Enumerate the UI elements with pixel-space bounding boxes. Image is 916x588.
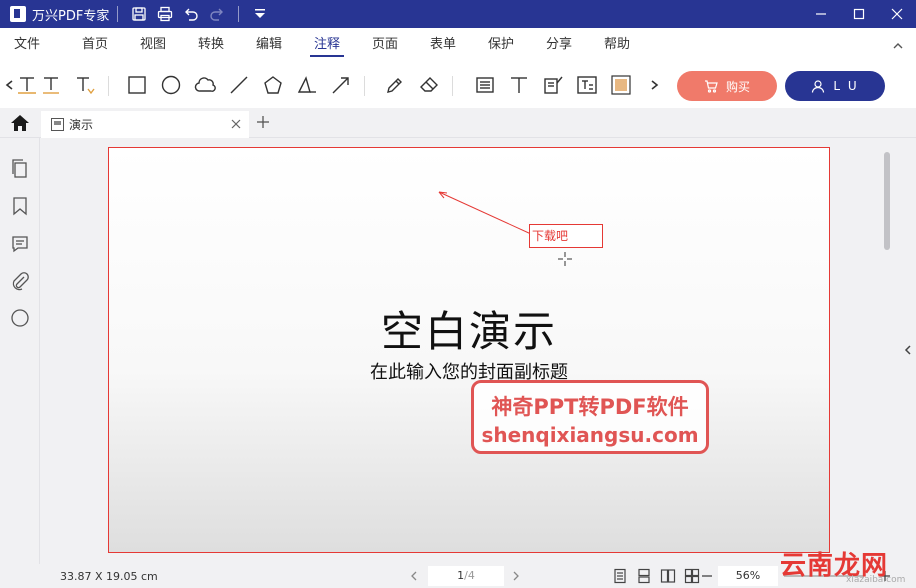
- callout-annotation[interactable]: 下载吧: [529, 224, 603, 248]
- promo-watermark-title: 神奇PPT转PDF软件: [491, 395, 689, 419]
- slide-title: 空白演示: [380, 307, 557, 356]
- status-bar: 33.87 X 19.05 cm 1/4 56%: [0, 564, 916, 588]
- vertical-scrollbar[interactable]: [884, 152, 890, 250]
- menu-share[interactable]: 分享: [546, 28, 572, 62]
- app-title: 万兴PDF专家: [32, 8, 110, 24]
- text-box-icon[interactable]: [574, 72, 600, 98]
- two-page-continuous-icon[interactable]: [684, 568, 700, 584]
- rectangle-tool-icon[interactable]: [124, 72, 150, 98]
- polygon-tool-icon[interactable]: [260, 72, 286, 98]
- polyline-tool-icon[interactable]: [294, 72, 320, 98]
- bookmark-icon[interactable]: [10, 196, 30, 216]
- eraser-tool-icon[interactable]: [416, 72, 442, 98]
- menu-convert[interactable]: 转换: [198, 28, 224, 62]
- save-icon[interactable]: [128, 3, 150, 25]
- note-tool-icon[interactable]: [472, 72, 498, 98]
- promo-watermark-url: shenqixiangsu.com: [481, 423, 699, 447]
- single-page-view-icon[interactable]: [612, 568, 628, 584]
- slide-subtitle: 在此输入您的封面副标题: [370, 362, 568, 383]
- menu-comment[interactable]: 注释: [309, 28, 345, 62]
- minimize-button[interactable]: [802, 0, 840, 28]
- document-tab-label: 演示: [69, 118, 94, 132]
- insert-text-icon[interactable]: [72, 72, 98, 98]
- titlebar-separator: [117, 6, 119, 22]
- ellipse-tool-icon[interactable]: [158, 72, 184, 98]
- two-page-view-icon[interactable]: [660, 568, 676, 584]
- attachment-icon[interactable]: [10, 271, 30, 291]
- menu-page[interactable]: 页面: [372, 28, 398, 62]
- quick-access-dropdown-icon[interactable]: [249, 3, 271, 25]
- underline-text-icon[interactable]: [38, 72, 64, 98]
- login-button[interactable]: L U: [785, 71, 885, 101]
- move-cursor-icon: [558, 252, 572, 266]
- callout-leader-line[interactable]: [435, 188, 535, 238]
- toolbar-scroll-right-icon[interactable]: [646, 72, 662, 98]
- thumbnails-icon[interactable]: [10, 158, 30, 178]
- total-pages: /4: [464, 569, 475, 582]
- site-watermark: 云南龙网 xiazaiba.com: [780, 545, 910, 585]
- prev-page-icon[interactable]: [410, 571, 418, 581]
- user-icon: [812, 80, 825, 93]
- slide-page[interactable]: 下载吧 空白演示 在此输入您的封面副标题 神奇PPT转PDF软件 shenqix…: [108, 147, 830, 553]
- pencil-tool-icon[interactable]: [382, 72, 408, 98]
- home-icon[interactable]: [10, 114, 30, 132]
- document-canvas[interactable]: 下载吧 空白演示 在此输入您的封面副标题 神奇PPT转PDF软件 shenqix…: [41, 138, 896, 564]
- text-tool-icon[interactable]: [506, 72, 532, 98]
- toolbar-separator: [108, 76, 109, 96]
- line-tool-icon[interactable]: [226, 72, 252, 98]
- close-tab-icon[interactable]: [231, 119, 241, 129]
- maximize-button[interactable]: [840, 0, 878, 28]
- login-button-label: L U: [833, 79, 859, 93]
- expand-right-panel-icon[interactable]: [904, 345, 912, 355]
- buy-button-label: 购买: [725, 79, 750, 94]
- search-panel-icon[interactable]: [10, 308, 30, 328]
- document-tab-strip: 演示: [0, 108, 916, 138]
- print-icon[interactable]: [154, 3, 176, 25]
- zoom-out-icon[interactable]: [701, 568, 713, 584]
- next-page-icon[interactable]: [512, 571, 520, 581]
- menu-form[interactable]: 表单: [430, 28, 456, 62]
- buy-button[interactable]: 购买: [677, 71, 777, 101]
- arrow-tool-icon[interactable]: [328, 72, 354, 98]
- menu-help[interactable]: 帮助: [604, 28, 630, 62]
- app-logo-icon: [10, 6, 26, 22]
- menu-view[interactable]: 视图: [140, 28, 166, 62]
- title-bar: 万兴PDF专家: [0, 0, 916, 28]
- titlebar-separator: [238, 6, 240, 22]
- continuous-view-icon[interactable]: [636, 568, 652, 584]
- strikethrough-text-icon[interactable]: [14, 72, 40, 98]
- menu-edit[interactable]: 编辑: [256, 28, 282, 62]
- menu-bar: 文件 首页 视图 转换 编辑 注释 页面 表单 保护 分享 帮助: [0, 28, 916, 62]
- cloud-tool-icon[interactable]: [192, 72, 218, 98]
- collapse-ribbon-icon[interactable]: [892, 40, 904, 52]
- page-size-readout: 33.87 X 19.05 cm: [60, 570, 158, 583]
- document-tab[interactable]: 演示: [41, 111, 249, 138]
- toolbar-separator: [452, 76, 453, 96]
- redo-icon[interactable]: [206, 3, 228, 25]
- menu-home[interactable]: 首页: [82, 28, 108, 62]
- menu-protect[interactable]: 保护: [488, 28, 514, 62]
- menu-file[interactable]: 文件: [14, 28, 40, 62]
- promo-watermark: 神奇PPT转PDF软件 shenqixiangsu.com: [471, 380, 709, 454]
- text-callout-icon[interactable]: [540, 72, 566, 98]
- ppt-file-icon: [51, 118, 64, 131]
- annotation-toolbar: 购买 L U: [0, 62, 916, 108]
- page-number-input[interactable]: 1/4: [428, 566, 504, 586]
- left-sidebar: [0, 138, 40, 564]
- cart-icon: [704, 80, 718, 93]
- zoom-level-input[interactable]: 56%: [718, 566, 778, 586]
- close-window-button[interactable]: [878, 0, 916, 28]
- toolbar-separator: [364, 76, 365, 96]
- undo-icon[interactable]: [180, 3, 202, 25]
- site-watermark-url: xiazaiba.com: [846, 575, 906, 585]
- new-tab-icon[interactable]: [256, 115, 270, 129]
- comments-icon[interactable]: [10, 234, 30, 254]
- area-highlight-icon[interactable]: [608, 72, 634, 98]
